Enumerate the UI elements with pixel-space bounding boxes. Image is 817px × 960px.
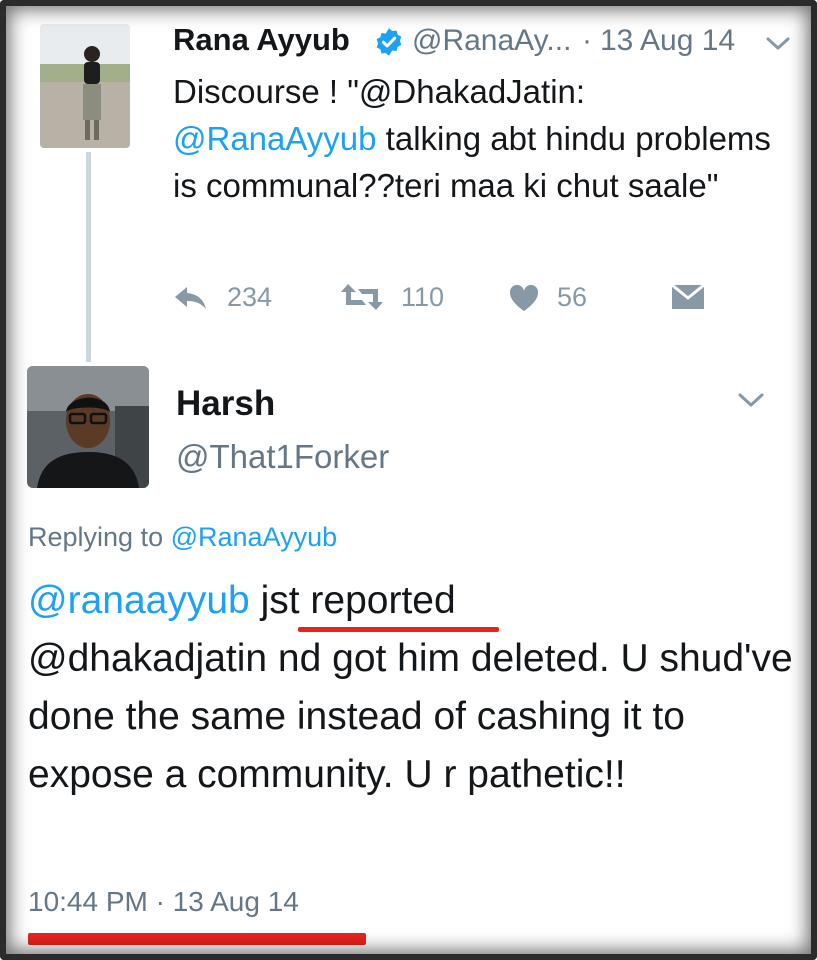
original-tweet-date[interactable]: 13 Aug 14	[600, 24, 735, 58]
original-tweet-text: Discourse ! "@DhakadJatin: @RanaAyyub ta…	[173, 68, 773, 209]
tweet-text-line: Discourse ! "@DhakadJatin:	[173, 73, 586, 110]
like-count: 56	[557, 282, 588, 312]
replying-to-line: Replying to @RanaAyyub	[28, 522, 337, 553]
reply-author-name[interactable]: Harsh	[176, 384, 275, 424]
reply-author-handle[interactable]: @That1Forker	[176, 438, 389, 476]
highlighted-text: jst reported	[260, 579, 456, 622]
heart-icon[interactable]	[509, 284, 539, 319]
original-author-name[interactable]: Rana Ayyub	[173, 22, 350, 58]
original-author-handle[interactable]: @RanaAy...	[412, 24, 571, 58]
reply-tweet-text: @ranaayyub jst reported @dhakadjatin nd …	[28, 572, 798, 804]
retweet-count: 110	[401, 282, 445, 312]
rana-ayyub-avatar[interactable]	[40, 24, 130, 148]
date-separator: ·	[582, 24, 592, 57]
chevron-down-icon[interactable]	[737, 392, 765, 415]
mention-link[interactable]: @ranaayyub	[28, 579, 250, 622]
annotation-underline	[28, 933, 366, 945]
thread-connector	[86, 152, 91, 362]
reply-count: 234	[227, 282, 273, 312]
retweet-icon[interactable]	[339, 282, 385, 319]
chevron-down-icon[interactable]	[765, 36, 791, 57]
reply-icon[interactable]	[173, 284, 209, 319]
tweet-text-body: @dhakadjatin nd got him deleted. U shud'…	[28, 637, 793, 796]
verified-badge-icon	[374, 27, 404, 62]
harsh-avatar[interactable]	[27, 366, 149, 488]
annotation-underline	[298, 627, 499, 632]
replying-to-label: Replying to	[28, 522, 164, 552]
replying-to-handle[interactable]: @RanaAyyub	[171, 522, 338, 552]
mention-link[interactable]: @RanaAyyub	[173, 120, 377, 157]
direct-message-icon[interactable]	[671, 283, 705, 317]
reply-timestamp[interactable]: 10:44 PM · 13 Aug 14	[28, 886, 299, 918]
tweet-actions-bar: 234 110 56	[173, 280, 733, 320]
